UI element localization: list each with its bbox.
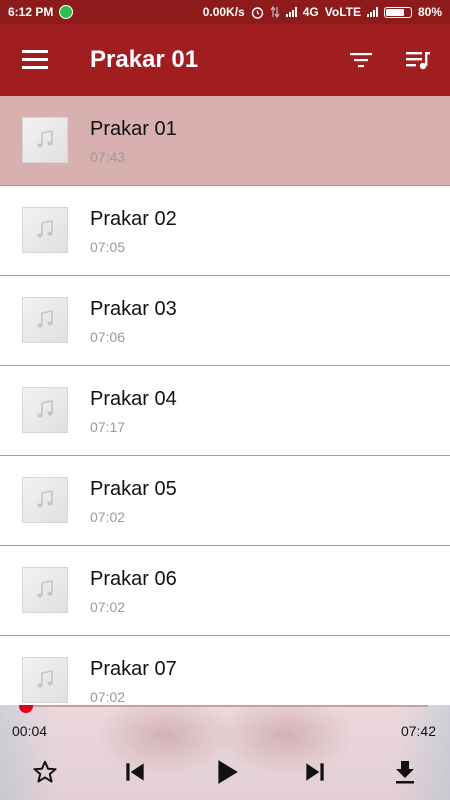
track-thumbnail <box>22 567 68 613</box>
track-row[interactable]: Prakar 04 07:17 <box>0 366 450 456</box>
music-note-icon <box>37 670 53 688</box>
track-duration: 07:02 <box>90 509 126 525</box>
volte-label: VoLTE <box>324 5 361 19</box>
playlist-icon[interactable] <box>404 46 432 74</box>
track-list: Prakar 01 07:43 Prakar 02 07:05 Prakar 03 07:… <box>0 96 450 706</box>
previous-button[interactable] <box>120 757 150 787</box>
skip-previous-icon <box>126 763 144 781</box>
music-note-icon <box>37 130 53 148</box>
favorite-button[interactable] <box>30 757 60 787</box>
track-duration: 07:05 <box>90 239 126 255</box>
total-time: 07:42 <box>400 723 436 739</box>
alarm-icon <box>251 6 263 19</box>
track-thumbnail <box>22 117 68 163</box>
track-duration: 07:43 <box>90 149 126 165</box>
track-title: Prakar 06 <box>90 568 177 590</box>
filter-icon[interactable] <box>348 48 374 72</box>
status-bar: 6:12 PM 0.00K/s 4G VoLTE 80% <box>0 0 450 24</box>
track-duration: 07:02 <box>90 599 126 615</box>
track-row[interactable]: Prakar 02 07:05 <box>0 186 450 276</box>
track-title: Prakar 02 <box>90 208 177 230</box>
track-thumbnail <box>22 387 68 433</box>
track-row[interactable]: Prakar 03 07:06 <box>0 276 450 366</box>
battery-level: 80% <box>417 5 442 19</box>
network-type: 4G <box>302 5 319 19</box>
music-note-icon <box>37 310 53 328</box>
signal-icon <box>285 7 297 17</box>
next-button[interactable] <box>300 757 330 787</box>
status-time: 6:12 PM <box>8 5 54 19</box>
skip-next-icon <box>306 763 324 781</box>
track-duration: 07:06 <box>90 329 126 345</box>
track-thumbnail <box>22 207 68 253</box>
track-row[interactable]: Prakar 06 07:02 <box>0 546 450 636</box>
track-title: Prakar 03 <box>90 298 177 320</box>
play-icon <box>218 760 238 784</box>
music-note-icon <box>37 490 53 508</box>
whatsapp-icon <box>59 5 74 19</box>
track-row[interactable]: Prakar 05 07:02 <box>0 456 450 546</box>
download-button[interactable] <box>390 757 420 787</box>
track-title: Prakar 05 <box>90 478 177 500</box>
track-row[interactable]: Prakar 07 07:02 <box>0 636 450 706</box>
track-title: Prakar 04 <box>90 388 177 410</box>
track-thumbnail <box>22 297 68 343</box>
track-thumbnail <box>22 477 68 523</box>
data-transfer-icon <box>270 6 280 18</box>
track-thumbnail <box>22 657 68 703</box>
current-time: 00:04 <box>12 723 48 739</box>
battery-icon <box>383 6 412 18</box>
download-icon <box>396 761 414 784</box>
mini-player: 00:04 07:42 <box>0 705 450 800</box>
music-note-icon <box>37 400 53 418</box>
menu-icon[interactable] <box>22 50 48 70</box>
track-duration: 07:02 <box>90 689 126 705</box>
track-row[interactable]: Prakar 01 07:43 <box>0 96 450 186</box>
track-title: Prakar 07 <box>90 658 177 680</box>
music-note-icon <box>37 220 53 238</box>
track-duration: 07:17 <box>90 419 126 435</box>
network-speed: 0.00K/s <box>202 5 245 19</box>
music-note-icon <box>37 580 53 598</box>
app-bar: Prakar 01 <box>0 24 450 96</box>
seek-bar[interactable] <box>18 705 428 713</box>
page-title: Prakar 01 <box>90 46 199 73</box>
signal-icon-2 <box>366 7 378 17</box>
track-title: Prakar 01 <box>90 118 177 140</box>
star-icon <box>33 760 57 783</box>
play-button[interactable] <box>212 757 242 787</box>
